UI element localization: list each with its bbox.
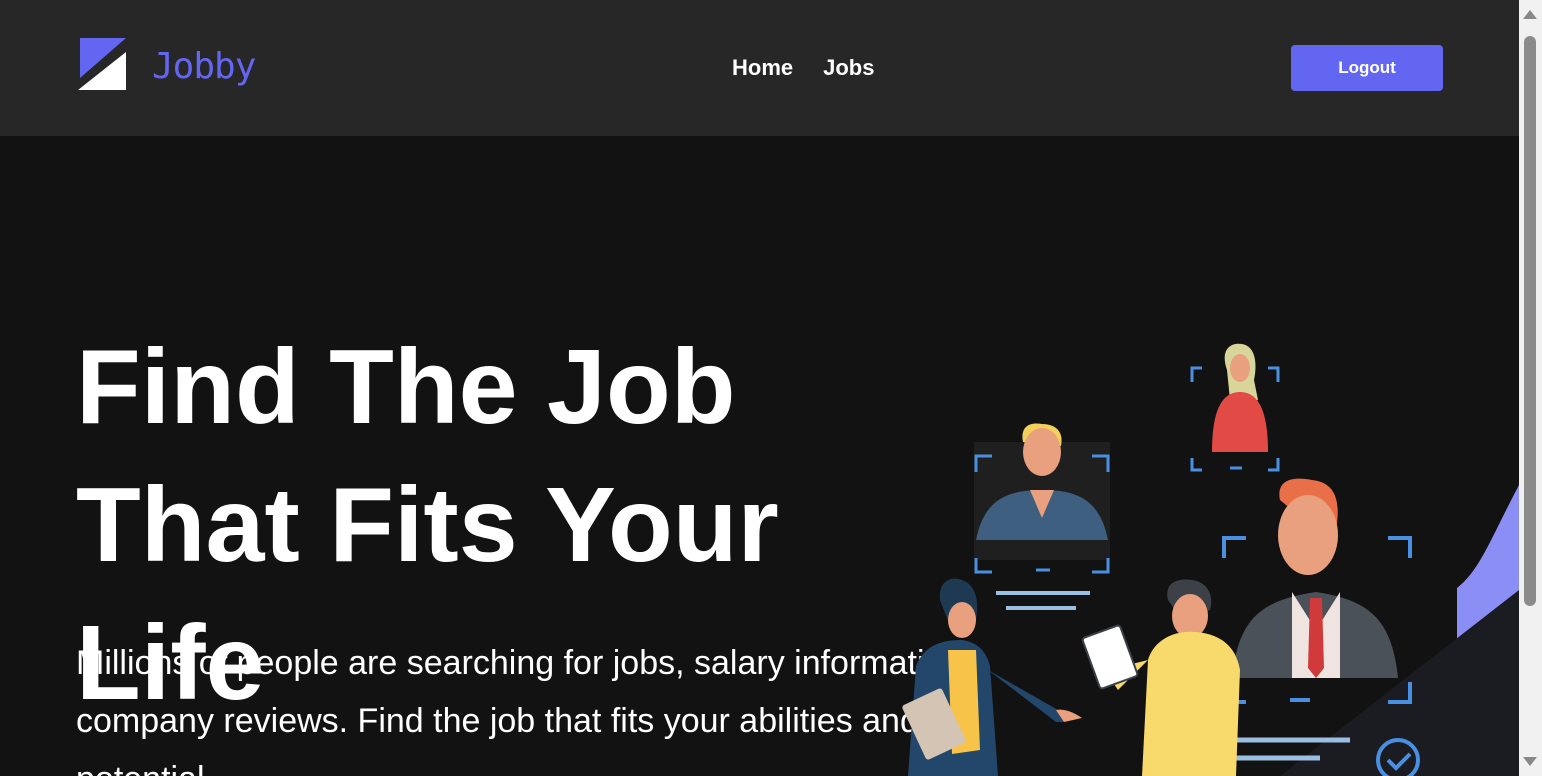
scroll-down-arrow-icon[interactable] <box>1523 757 1537 766</box>
scroll-up-arrow-icon[interactable] <box>1523 10 1537 19</box>
scrollbar-thumb[interactable] <box>1524 36 1536 606</box>
nav-link-home[interactable]: Home <box>732 55 793 81</box>
hiring-illustration <box>902 343 1519 776</box>
scrollbar[interactable] <box>1519 0 1542 776</box>
navbar: Jobby Home Jobs Logout <box>0 0 1519 136</box>
nav-link-jobs[interactable]: Jobs <box>823 55 874 81</box>
jobby-logo-icon[interactable] <box>76 38 128 92</box>
man-avatar-left <box>974 423 1110 610</box>
hero-description: Millions of people are searching for job… <box>76 644 972 776</box>
nav-links: Home Jobs <box>732 55 874 81</box>
woman-avatar-top <box>1190 343 1280 472</box>
man-in-yellow-jacket <box>1081 579 1240 776</box>
logout-button[interactable]: Logout <box>1291 45 1443 91</box>
logo-text[interactable]: Jobby <box>152 46 256 87</box>
